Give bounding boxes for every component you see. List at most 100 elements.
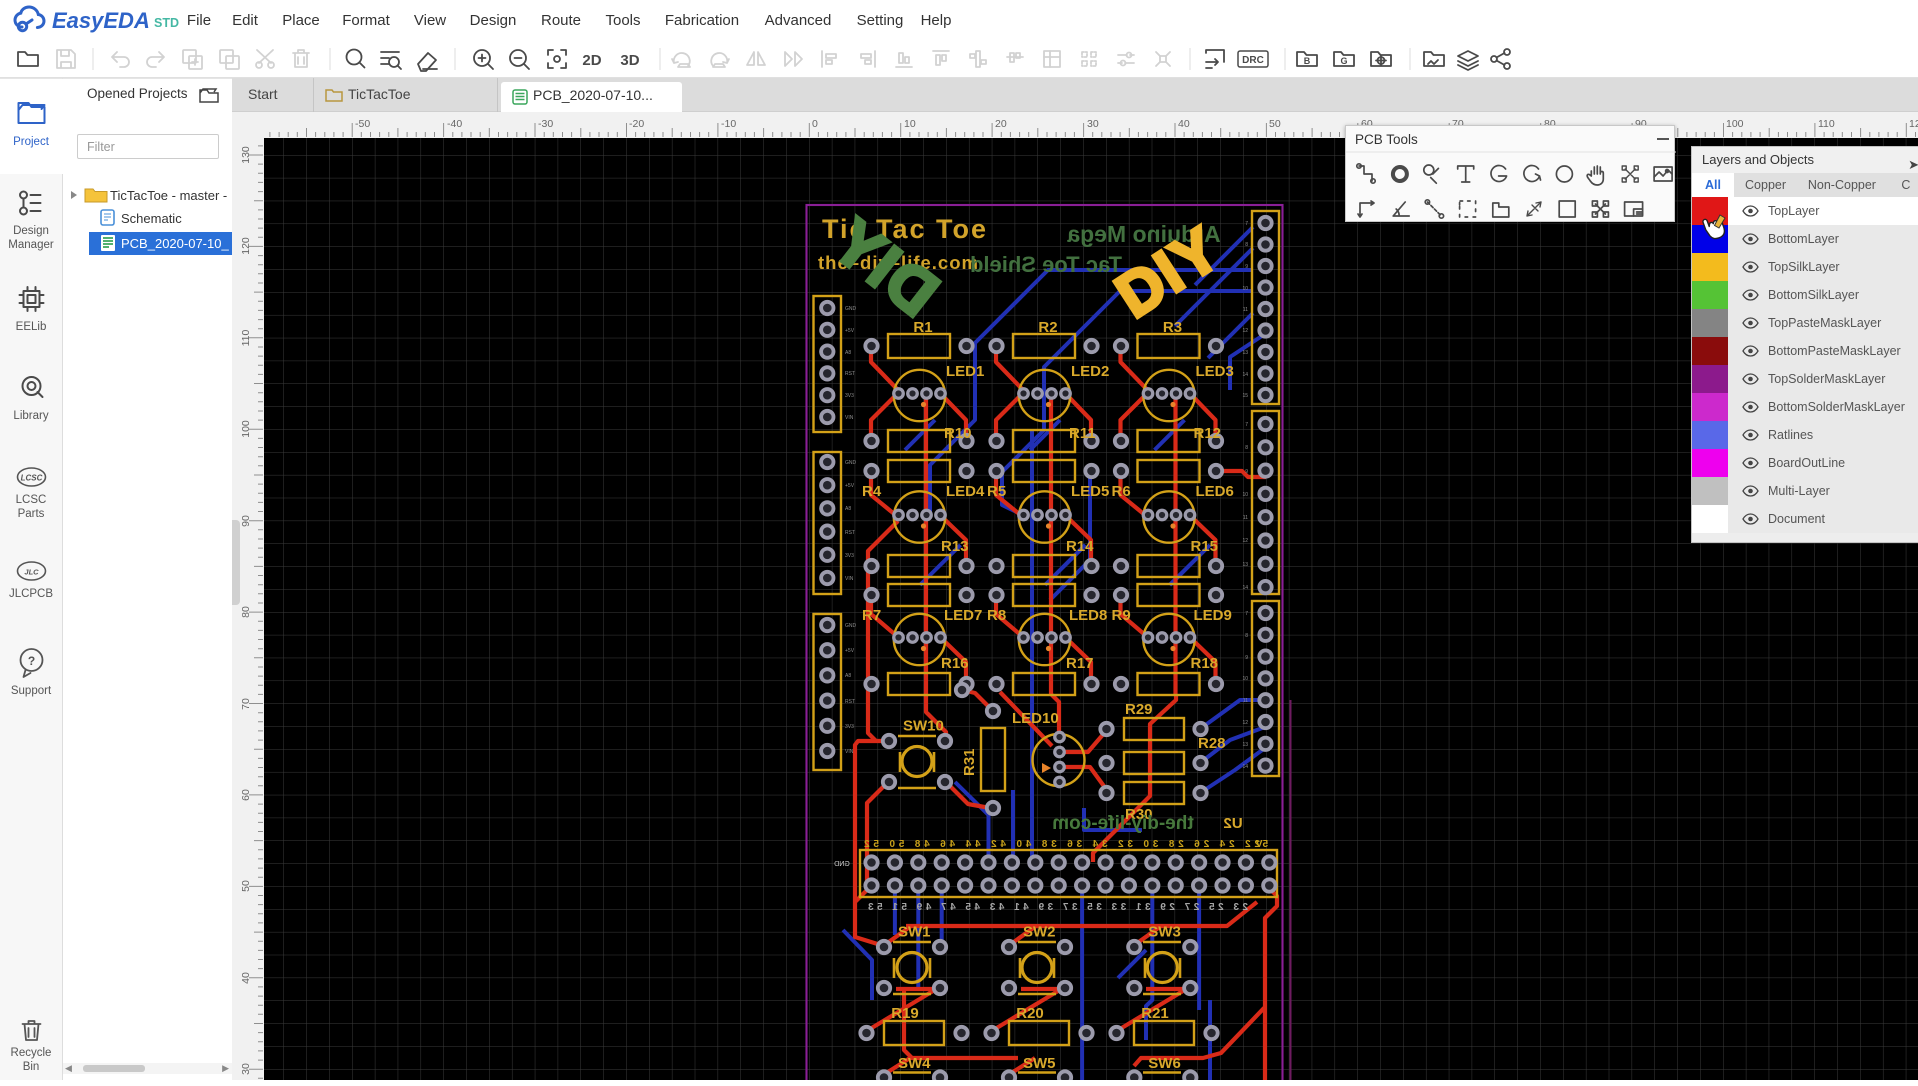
svg-text:LED7: LED7 <box>944 607 982 624</box>
svg-text:-20: -20 <box>629 118 644 130</box>
svg-text:50: 50 <box>1269 118 1281 130</box>
svg-text:0: 0 <box>812 118 818 130</box>
svg-text:7: 7 <box>1245 611 1248 617</box>
svg-text:30: 30 <box>240 1063 252 1075</box>
svg-text:11: 11 <box>1243 515 1248 521</box>
svg-text:?: ? <box>28 654 35 668</box>
svg-text:12: 12 <box>1242 538 1248 544</box>
svg-text:R15: R15 <box>1191 538 1219 555</box>
svg-text:R13: R13 <box>941 538 969 555</box>
svg-text:R17: R17 <box>1066 655 1094 672</box>
svg-text:12: 12 <box>1242 720 1248 726</box>
svg-text:SW6: SW6 <box>1148 1055 1181 1072</box>
svg-text:R14: R14 <box>1066 538 1094 555</box>
svg-text:-30: -30 <box>538 118 553 130</box>
svg-text:VIN: VIN <box>845 415 854 421</box>
svg-text:LED5: LED5 <box>1071 483 1109 500</box>
svg-text:40: 40 <box>1178 118 1190 130</box>
svg-text:R9: R9 <box>1112 607 1131 624</box>
svg-text:130: 130 <box>240 146 252 164</box>
svg-text:LED4: LED4 <box>946 483 985 500</box>
svg-text:R12: R12 <box>1194 425 1222 442</box>
svg-text:Bin: Bin <box>23 1061 40 1073</box>
svg-text:110: 110 <box>240 329 252 346</box>
svg-text:R16: R16 <box>941 655 969 672</box>
svg-text:Manager: Manager <box>8 239 54 251</box>
svg-text:110: 110 <box>1818 118 1835 130</box>
svg-text:14: 14 <box>1242 585 1248 591</box>
svg-text:R2: R2 <box>1038 319 1057 336</box>
svg-text:SW1: SW1 <box>898 924 931 941</box>
svg-text:Project: Project <box>13 136 50 148</box>
svg-text:RST: RST <box>845 699 855 705</box>
svg-text:GND: GND <box>845 460 857 466</box>
svg-text:60: 60 <box>240 789 252 801</box>
svg-text:Library: Library <box>13 410 48 422</box>
svg-text:3V3: 3V3 <box>845 553 854 559</box>
svg-text:R20: R20 <box>1016 1005 1044 1022</box>
svg-text:+5V: +5V <box>845 328 855 334</box>
svg-text:10: 10 <box>1242 286 1248 292</box>
svg-text:R21: R21 <box>1141 1005 1169 1022</box>
svg-text:R5: R5 <box>987 483 1006 500</box>
svg-text:11: 11 <box>1243 698 1248 704</box>
svg-text:R6: R6 <box>1112 483 1131 500</box>
svg-text:A8: A8 <box>845 673 851 679</box>
svg-text:EELib: EELib <box>16 321 47 333</box>
svg-text:12: 12 <box>1242 328 1248 334</box>
svg-text:R28: R28 <box>1198 735 1226 752</box>
svg-text:+5V: +5V <box>845 648 855 654</box>
svg-text:LED2: LED2 <box>1071 363 1109 380</box>
svg-text:10: 10 <box>904 118 916 130</box>
svg-text:LED6: LED6 <box>1196 483 1234 500</box>
svg-text:R3: R3 <box>1163 319 1182 336</box>
svg-text:20: 20 <box>995 118 1007 130</box>
svg-text:30: 30 <box>1087 118 1099 130</box>
svg-text:DRC: DRC <box>1242 55 1264 66</box>
svg-text:2D: 2D <box>582 52 601 69</box>
svg-text:G: G <box>1340 56 1347 66</box>
svg-text:8: 8 <box>1245 633 1248 639</box>
svg-text:5V: 5V <box>1256 839 1269 850</box>
svg-text:SW2: SW2 <box>1023 924 1056 941</box>
svg-text:R10: R10 <box>944 425 972 442</box>
svg-text:VIN: VIN <box>845 576 854 582</box>
svg-text:GND: GND <box>845 623 857 629</box>
svg-text:LED10: LED10 <box>1012 710 1059 727</box>
svg-text:U2: U2 <box>1223 815 1242 832</box>
svg-text:PCB Tools: PCB Tools <box>1355 132 1418 147</box>
svg-text:14: 14 <box>1242 372 1248 378</box>
svg-text:9: 9 <box>1245 264 1248 270</box>
svg-text:90: 90 <box>240 515 252 527</box>
svg-text:R4: R4 <box>862 483 882 500</box>
svg-text:R19: R19 <box>891 1005 919 1022</box>
svg-text:LCSC: LCSC <box>16 494 47 506</box>
svg-text:120: 120 <box>1909 118 1918 130</box>
svg-text:B: B <box>1304 56 1311 66</box>
svg-text:R1: R1 <box>913 319 932 336</box>
svg-text:JLC: JLC <box>24 568 39 577</box>
svg-text:10: 10 <box>1242 676 1248 682</box>
svg-text:13: 13 <box>1242 350 1248 356</box>
svg-text:SW5: SW5 <box>1023 1055 1056 1072</box>
svg-text:LED9: LED9 <box>1194 607 1232 624</box>
svg-text:LED8: LED8 <box>1069 607 1107 624</box>
svg-text:15: 15 <box>1242 393 1248 399</box>
svg-text:LED1: LED1 <box>946 363 984 380</box>
svg-text:-40: -40 <box>447 118 462 130</box>
svg-text:Support: Support <box>11 685 52 697</box>
svg-text:100: 100 <box>1726 118 1744 130</box>
svg-text:Tac Toe Shield: Tac Toe Shield <box>970 252 1122 277</box>
svg-text:3V3: 3V3 <box>845 393 854 399</box>
svg-text:9: 9 <box>1245 655 1248 661</box>
svg-text:JLCPCB: JLCPCB <box>9 588 53 600</box>
svg-text:R29: R29 <box>1125 701 1153 718</box>
svg-text:R31: R31 <box>961 748 978 776</box>
svg-text:3D: 3D <box>620 52 639 69</box>
svg-text:R11: R11 <box>1069 425 1096 442</box>
svg-text:Schematic: Schematic <box>121 211 182 226</box>
svg-text:Parts: Parts <box>18 508 45 520</box>
svg-text:-50: -50 <box>355 118 370 130</box>
svg-text:80: 80 <box>240 606 252 618</box>
svg-text:7: 7 <box>1245 221 1248 227</box>
